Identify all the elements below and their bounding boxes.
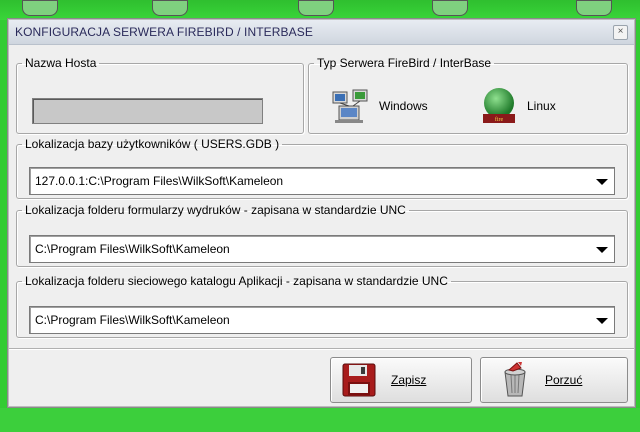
chevron-down-icon[interactable] [590, 168, 614, 194]
save-button[interactable]: Zapisz [330, 357, 472, 403]
app-catalog-group: Lokalizacja folderu sieciowego katalogu … [16, 274, 628, 338]
print-forms-legend: Lokalizacja folderu formularzy wydruków … [25, 203, 406, 217]
users-db-legend: Lokalizacja bazy użytkowników ( USERS.GD… [25, 137, 280, 151]
desktop-icon [22, 0, 58, 16]
floppy-disk-icon [342, 363, 376, 397]
desktop-icon [432, 0, 468, 16]
chevron-down-icon[interactable] [590, 236, 614, 262]
svg-text:fire: fire [495, 116, 504, 123]
desktop-background-bottom [0, 408, 640, 432]
host-group: Nazwa Hosta [16, 56, 304, 134]
users-db-group: Lokalizacja bazy użytkowników ( USERS.GD… [16, 137, 628, 199]
save-button-label: Zapisz [391, 373, 427, 387]
print-forms-combo[interactable]: C:\Program Files\WilkSoft\Kameleon [29, 235, 615, 263]
server-type-group: Typ Serwera FireBird / InterBase Windows [308, 56, 628, 134]
desktop-icon [152, 0, 188, 16]
print-forms-value: C:\Program Files\WilkSoft\Kameleon [35, 242, 230, 256]
users-db-combo[interactable]: 127.0.0.1:C:\Program Files\WilkSoft\Kame… [29, 167, 615, 195]
footer-separator [9, 348, 634, 350]
host-name-input[interactable] [32, 98, 263, 124]
config-dialog: KONFIGURACJA SERWERA FIREBIRD / INTERBAS… [7, 18, 636, 408]
trash-bin-icon [504, 362, 526, 397]
close-button[interactable]: × [613, 25, 628, 40]
desktop-icon [298, 0, 334, 16]
title-bar[interactable]: KONFIGURACJA SERWERA FIREBIRD / INTERBAS… [9, 20, 634, 45]
close-icon: × [617, 26, 624, 37]
server-option-linux[interactable]: fire Linux [479, 86, 556, 126]
app-catalog-value: C:\Program Files\WilkSoft\Kameleon [35, 313, 230, 327]
window-title: KONFIGURACJA SERWERA FIREBIRD / INTERBAS… [15, 25, 313, 39]
server-option-linux-label: Linux [527, 99, 556, 113]
cancel-button-label: Porzuć [545, 373, 583, 387]
cancel-button[interactable]: Porzuć [480, 357, 628, 403]
server-option-windows-label: Windows [379, 99, 428, 113]
chevron-down-icon[interactable] [590, 307, 614, 333]
linux-server-icon: fire [483, 88, 515, 123]
print-forms-group: Lokalizacja folderu formularzy wydruków … [16, 203, 628, 267]
server-option-windows[interactable]: Windows [331, 86, 428, 126]
app-catalog-legend: Lokalizacja folderu sieciowego katalogu … [25, 274, 448, 288]
desktop-icon [576, 0, 612, 16]
windows-server-icon [332, 89, 368, 123]
host-legend: Nazwa Hosta [25, 56, 97, 70]
server-type-legend: Typ Serwera FireBird / InterBase [317, 56, 492, 70]
users-db-value: 127.0.0.1:C:\Program Files\WilkSoft\Kame… [35, 174, 284, 188]
app-catalog-combo[interactable]: C:\Program Files\WilkSoft\Kameleon [29, 306, 615, 334]
